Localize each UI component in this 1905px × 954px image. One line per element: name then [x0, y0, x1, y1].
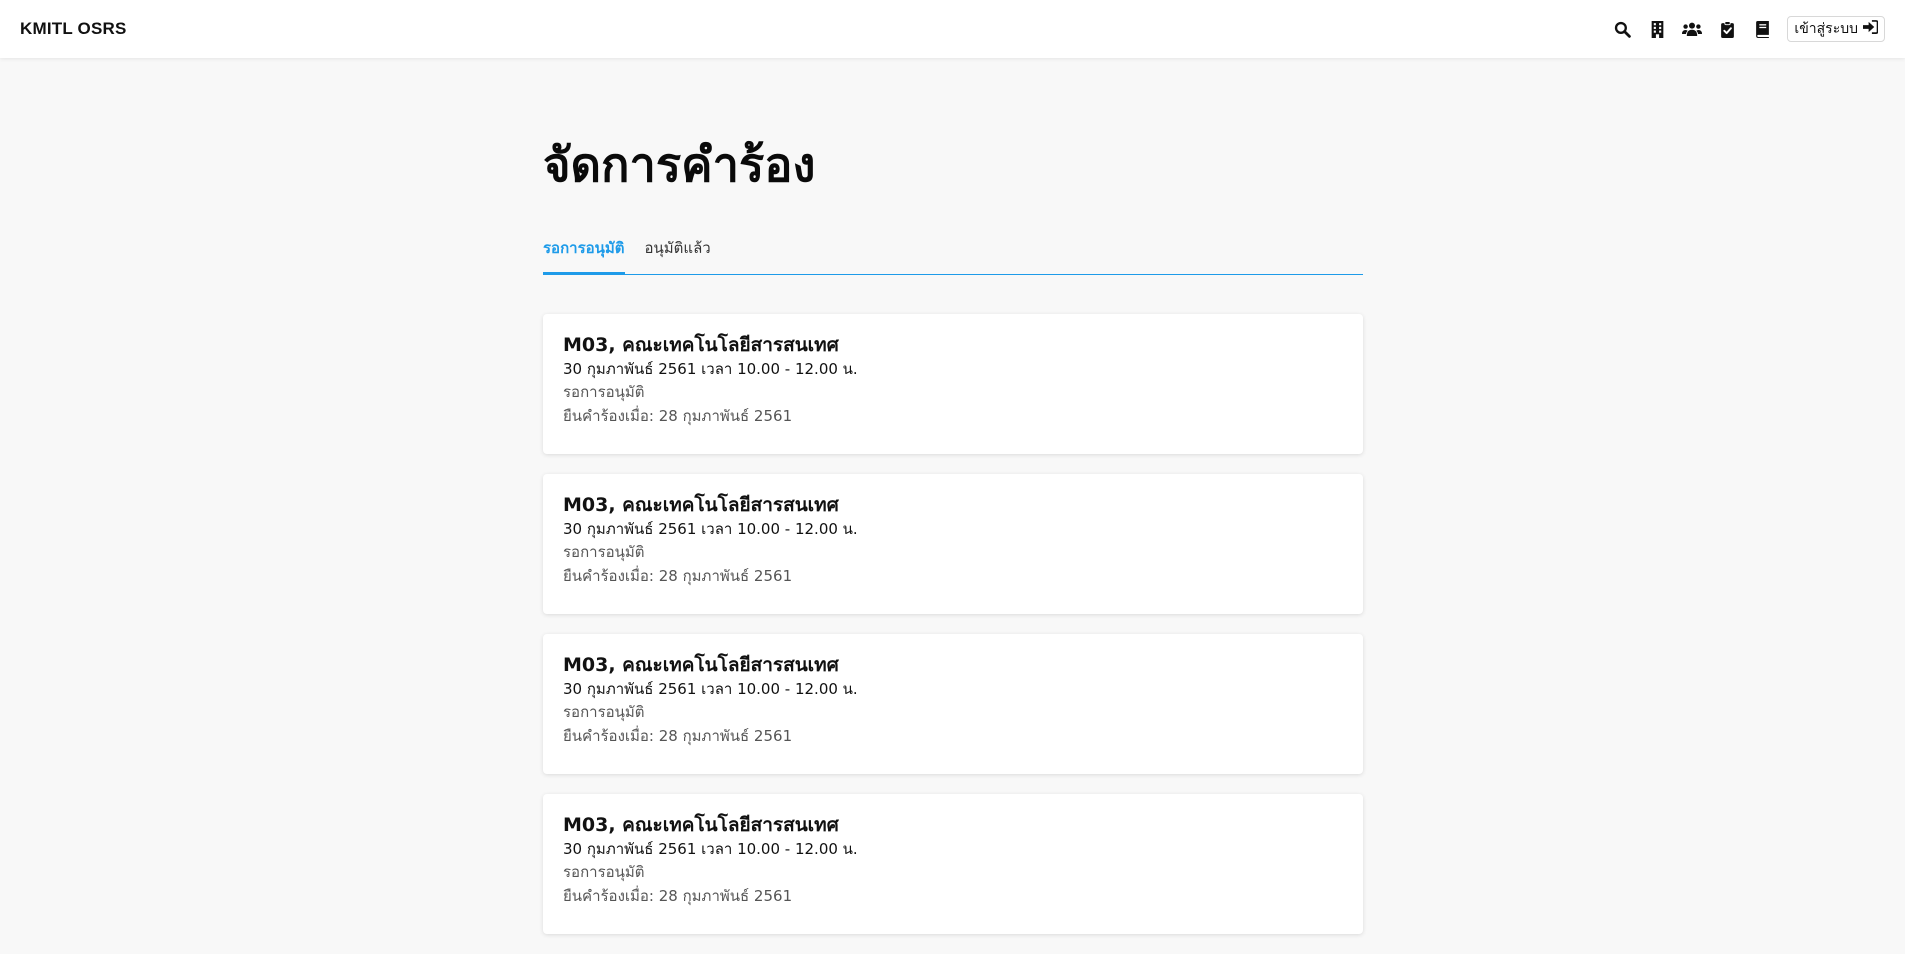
request-submitted-date: ยืนคำร้องเมื่อ: 28 กุมภาพันธ์ 2561	[563, 727, 793, 745]
book-icon[interactable]	[1752, 19, 1772, 39]
request-submitted-date: ยืนคำร้องเมื่อ: 28 กุมภาพันธ์ 2561	[563, 407, 793, 425]
request-list: M03, คณะเทคโนโลยีสารสนเทศ 30 กุมภาพันธ์ …	[543, 314, 1363, 954]
top-navbar: KMITL OSRS เข้าสู่ระบบ	[0, 0, 1905, 58]
request-card[interactable]: M03, คณะเทคโนโลยีสารสนเทศ 30 กุมภาพันธ์ …	[543, 474, 1363, 614]
request-time: 30 กุมภาพันธ์ 2561 เวลา 10.00 - 12.00 น.	[563, 360, 858, 378]
request-card[interactable]: M03, คณะเทคโนโลยีสารสนเทศ 30 กุมภาพันธ์ …	[543, 794, 1363, 934]
users-icon[interactable]	[1682, 19, 1703, 39]
request-time: 30 กุมภาพันธ์ 2561 เวลา 10.00 - 12.00 น.	[563, 840, 858, 858]
login-label: เข้าสู่ระบบ	[1794, 21, 1858, 37]
request-status: รอการอนุมัติ	[563, 543, 645, 561]
request-submitted-date: ยืนคำร้องเมื่อ: 28 กุมภาพันธ์ 2561	[563, 887, 793, 905]
request-status: รอการอนุมัติ	[563, 383, 645, 401]
request-title: M03, คณะเทคโนโลยีสารสนเทศ	[563, 494, 839, 516]
request-card[interactable]: M03, คณะเทคโนโลยีสารสนเทศ 30 กุมภาพันธ์ …	[543, 634, 1363, 774]
request-status: รอการอนุมัติ	[563, 703, 645, 721]
request-title: M03, คณะเทคโนโลยีสารสนเทศ	[563, 334, 839, 356]
sign-in-icon	[1863, 20, 1879, 38]
search-icon[interactable]	[1612, 19, 1632, 39]
page-title: จัดการคำร้อง	[543, 138, 816, 193]
nav-actions: เข้าสู่ระบบ	[1597, 16, 1885, 42]
request-status: รอการอนุมัติ	[563, 863, 645, 881]
request-time: 30 กุมภาพันธ์ 2561 เวลา 10.00 - 12.00 น.	[563, 520, 858, 538]
request-submitted-date: ยืนคำร้องเมื่อ: 28 กุมภาพันธ์ 2561	[563, 567, 793, 585]
building-icon[interactable]	[1647, 19, 1667, 39]
request-title: M03, คณะเทคโนโลยีสารสนเทศ	[563, 654, 839, 676]
brand-logo[interactable]: KMITL OSRS	[20, 19, 127, 39]
clipboard-check-icon[interactable]	[1717, 19, 1737, 39]
request-time: 30 กุมภาพันธ์ 2561 เวลา 10.00 - 12.00 น.	[563, 680, 858, 698]
request-title: M03, คณะเทคโนโลยีสารสนเทศ	[563, 814, 839, 836]
login-button[interactable]: เข้าสู่ระบบ	[1787, 16, 1885, 42]
status-tabs: รอการอนุมัติ อนุมัติแล้ว	[543, 234, 1363, 275]
request-card[interactable]: M03, คณะเทคโนโลยีสารสนเทศ 30 กุมภาพันธ์ …	[543, 314, 1363, 454]
tab-approved[interactable]: อนุมัติแล้ว	[645, 234, 711, 274]
tab-pending[interactable]: รอการอนุมัติ	[543, 234, 625, 275]
